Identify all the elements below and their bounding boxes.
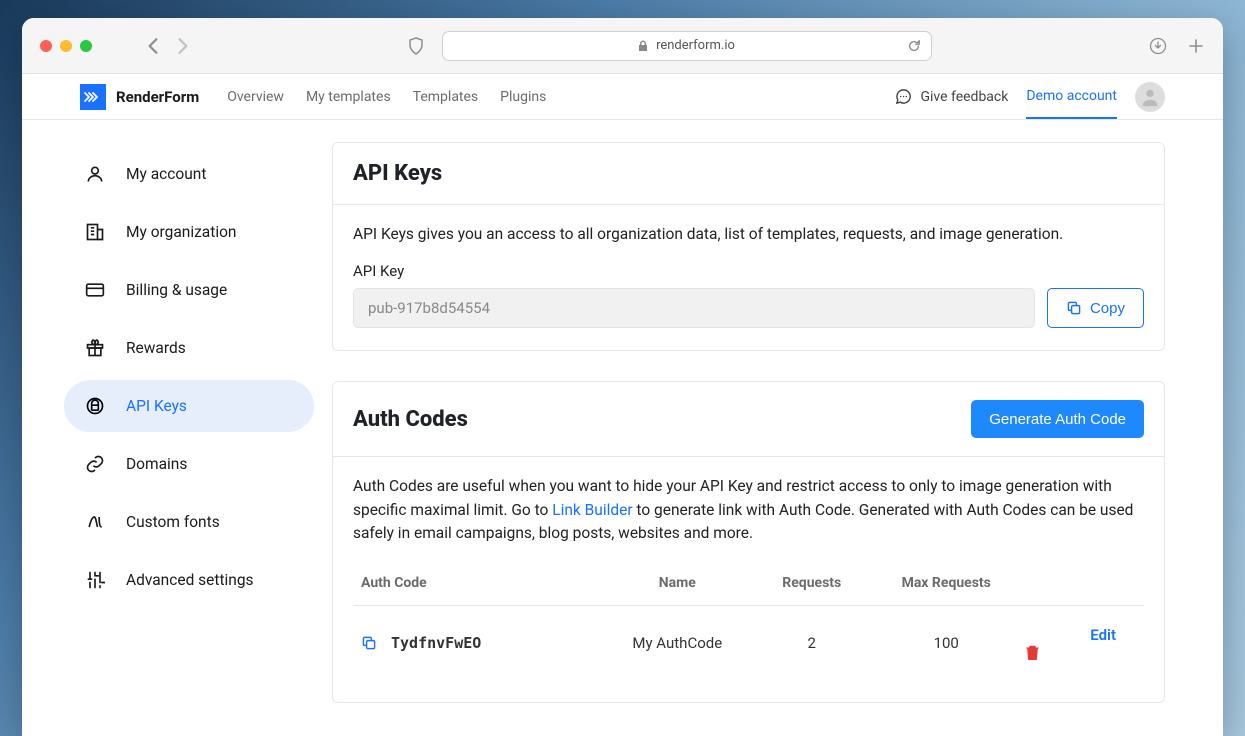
sliders-icon bbox=[84, 570, 106, 590]
new-tab-icon[interactable] bbox=[1187, 37, 1205, 55]
auth-codes-title: Auth Codes bbox=[353, 407, 468, 432]
link-icon bbox=[84, 454, 106, 474]
api-keys-desc: API Keys gives you an access to all orga… bbox=[353, 223, 1144, 246]
col-name: Name bbox=[606, 561, 748, 606]
copy-label: Copy bbox=[1090, 300, 1125, 317]
col-requests: Requests bbox=[748, 561, 875, 606]
sidebar-item-api-keys[interactable]: API Keys bbox=[64, 380, 314, 432]
sidebar-item-label: Custom fonts bbox=[126, 513, 220, 531]
browser-chrome: renderform.io bbox=[22, 18, 1223, 74]
table-row: TydfnvFwEO My AuthCode 2 100 Edit bbox=[353, 606, 1144, 681]
sidebar-item-rewards[interactable]: Rewards bbox=[64, 322, 314, 374]
feedback-label: Give feedback bbox=[920, 89, 1008, 105]
url-text: renderform.io bbox=[656, 38, 735, 53]
url-bar[interactable]: renderform.io bbox=[442, 31, 932, 61]
copy-api-key-button[interactable]: Copy bbox=[1047, 288, 1144, 328]
auth-code-name: My AuthCode bbox=[606, 606, 748, 681]
auth-codes-table: Auth Code Name Requests Max Requests bbox=[353, 561, 1144, 680]
sidebar-item-label: My organization bbox=[126, 223, 236, 241]
sidebar-item-my-organization[interactable]: My organization bbox=[64, 206, 314, 258]
traffic-lights bbox=[40, 40, 92, 52]
logo-icon[interactable] bbox=[80, 84, 106, 110]
sidebar-item-label: Domains bbox=[126, 455, 187, 473]
give-feedback-link[interactable]: Give feedback bbox=[895, 88, 1008, 105]
lock-icon bbox=[638, 40, 648, 52]
auth-code-value: TydfnvFwEO bbox=[391, 634, 481, 652]
top-nav: Overview My templates Templates Plugins bbox=[227, 89, 546, 105]
sidebar: My account My organization Billing & usa… bbox=[22, 120, 332, 736]
alpha-icon bbox=[84, 512, 106, 532]
building-icon bbox=[84, 222, 106, 242]
sidebar-item-advanced-settings[interactable]: Advanced settings bbox=[64, 554, 314, 606]
sidebar-item-label: Rewards bbox=[126, 339, 186, 357]
sidebar-item-domains[interactable]: Domains bbox=[64, 438, 314, 490]
credit-card-icon bbox=[84, 280, 106, 300]
app-body: My account My organization Billing & usa… bbox=[22, 120, 1223, 736]
nav-my-templates[interactable]: My templates bbox=[306, 89, 391, 105]
main-content: API Keys API Keys gives you an access to… bbox=[332, 120, 1223, 736]
reload-icon[interactable] bbox=[907, 39, 921, 53]
close-window-icon[interactable] bbox=[40, 40, 52, 52]
avatar[interactable] bbox=[1135, 82, 1165, 112]
sidebar-item-my-account[interactable]: My account bbox=[64, 148, 314, 200]
sidebar-item-label: Advanced settings bbox=[126, 571, 254, 589]
auth-code-requests: 2 bbox=[748, 606, 875, 681]
nav-plugins[interactable]: Plugins bbox=[500, 89, 546, 105]
sidebar-item-custom-fonts[interactable]: Custom fonts bbox=[64, 496, 314, 548]
privacy-shield-icon[interactable] bbox=[408, 37, 424, 55]
nav-templates[interactable]: Templates bbox=[413, 89, 479, 105]
lock-icon bbox=[84, 396, 106, 416]
sidebar-item-billing[interactable]: Billing & usage bbox=[64, 264, 314, 316]
chat-icon bbox=[895, 88, 912, 105]
edit-auth-code-link[interactable]: Edit bbox=[1090, 626, 1116, 644]
gift-icon bbox=[84, 338, 106, 358]
generate-auth-code-button[interactable]: Generate Auth Code bbox=[971, 400, 1144, 438]
account-link[interactable]: Demo account bbox=[1026, 75, 1117, 119]
api-keys-card: API Keys API Keys gives you an access to… bbox=[332, 142, 1165, 351]
nav-overview[interactable]: Overview bbox=[227, 89, 284, 105]
app-header: RenderForm Overview My templates Templat… bbox=[22, 74, 1223, 120]
auth-codes-card: Auth Codes Generate Auth Code Auth Codes… bbox=[332, 381, 1165, 703]
auth-code-max: 100 bbox=[875, 606, 1017, 681]
header-right: Give feedback Demo account bbox=[895, 75, 1165, 119]
forward-button[interactable] bbox=[176, 37, 190, 55]
downloads-icon[interactable] bbox=[1149, 37, 1167, 55]
api-key-field-label: API Key bbox=[353, 262, 1144, 280]
delete-auth-code-button[interactable] bbox=[1025, 644, 1136, 660]
sidebar-item-label: My account bbox=[126, 165, 206, 183]
nav-arrows bbox=[146, 37, 190, 55]
col-max-requests: Max Requests bbox=[875, 561, 1017, 606]
api-keys-title: API Keys bbox=[353, 161, 442, 186]
api-key-value: pub-917b8d54554 bbox=[368, 299, 490, 317]
col-auth-code: Auth Code bbox=[353, 561, 606, 606]
sidebar-item-label: Billing & usage bbox=[126, 281, 227, 299]
auth-codes-desc: Auth Codes are useful when you want to h… bbox=[353, 475, 1144, 545]
copy-icon bbox=[1066, 300, 1082, 316]
brand-name[interactable]: RenderForm bbox=[116, 88, 199, 106]
maximize-window-icon[interactable] bbox=[80, 40, 92, 52]
browser-window: renderform.io RenderForm Overview My tem… bbox=[22, 18, 1223, 736]
user-icon bbox=[84, 164, 106, 184]
copy-code-icon[interactable] bbox=[361, 635, 377, 651]
api-key-input[interactable]: pub-917b8d54554 bbox=[353, 288, 1035, 328]
chrome-right-icons bbox=[1149, 37, 1205, 55]
minimize-window-icon[interactable] bbox=[60, 40, 72, 52]
sidebar-item-label: API Keys bbox=[126, 397, 187, 415]
back-button[interactable] bbox=[146, 37, 160, 55]
link-builder-link[interactable]: Link Builder bbox=[552, 501, 632, 519]
